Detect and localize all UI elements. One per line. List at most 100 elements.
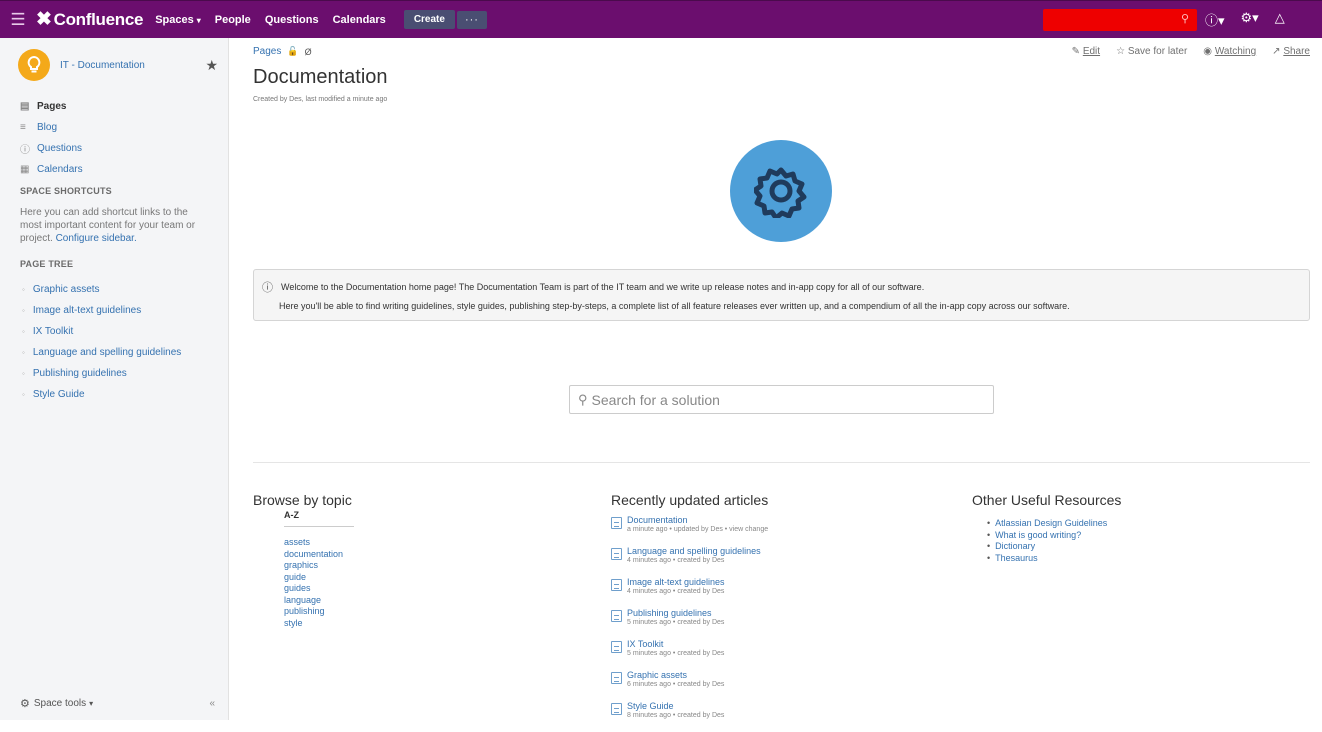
chevron-down-icon: ▾ <box>196 15 201 25</box>
list-item: Language and spelling guidelines 4 minute… <box>611 546 768 575</box>
blog-icon: ≡ <box>20 122 26 133</box>
search-icon: ⚲ <box>1180 13 1189 25</box>
article-link[interactable]: Image alt-text guidelines <box>627 577 725 587</box>
questions-icon: ⓘ <box>20 145 30 156</box>
nav-spaces[interactable]: Spaces ▾ <box>155 14 201 26</box>
recent-articles-list: Documentation a minute ago • updated by D… <box>611 515 768 732</box>
configure-sidebar-link[interactable]: Configure sidebar. <box>56 233 137 244</box>
help-icon[interactable]: ⓘ▾ <box>1205 10 1225 29</box>
resource-link[interactable]: • Dictionary <box>987 541 1107 553</box>
other-resources-heading: Other Useful Resources <box>972 492 1122 508</box>
list-item: Publishing guidelines 5 minutes ago • cre… <box>611 608 768 637</box>
topic-link[interactable]: graphics <box>284 560 343 572</box>
article-link[interactable]: Graphic assets <box>627 670 724 680</box>
search-input[interactable]: ⚲ <box>1043 9 1197 31</box>
notification-bell-icon[interactable]: △ <box>1275 10 1285 29</box>
calendar-icon: ▦ <box>20 164 30 175</box>
topic-link[interactable]: publishing <box>284 606 343 618</box>
tree-item[interactable]: ◦ Image alt-text guidelines <box>22 300 228 321</box>
sidebar-item-questions[interactable]: ⓘ Questions <box>20 138 210 159</box>
page-icon <box>611 610 622 622</box>
topic-link[interactable]: language <box>284 595 343 607</box>
lightbulb-icon[interactable] <box>18 49 50 81</box>
nav-questions[interactable]: Questions <box>265 14 319 26</box>
page-actions: ✎ Edit ☆ Save for later ◉ Watching ↗ Sha… <box>1072 46 1310 57</box>
topic-link[interactable]: guide <box>284 572 343 584</box>
page-metadata: Created by Des, last modified a minute a… <box>253 96 388 103</box>
info-icon: ⓘ <box>262 282 273 294</box>
confluence-x-icon: ✖ <box>36 9 52 30</box>
list-item: Documentation a minute ago • updated by D… <box>611 515 768 544</box>
collapse-sidebar-button[interactable]: « <box>209 698 215 709</box>
nav-people[interactable]: People <box>215 14 251 26</box>
info-panel: ⓘ Welcome to the Documentation home page!… <box>253 269 1310 321</box>
recently-updated-heading: Recently updated articles <box>611 492 769 508</box>
tree-item[interactable]: ◦ Language and spelling guidelines <box>22 342 228 363</box>
resource-link[interactable]: • Thesaurus <box>987 553 1107 565</box>
gear-icon: ⚙ <box>20 698 30 710</box>
article-link[interactable]: Language and spelling guidelines <box>627 546 761 556</box>
hamburger-icon[interactable]: ☰ <box>0 1 36 39</box>
page-icon <box>611 703 622 715</box>
list-item: Style Guide 8 minutes ago • created by De… <box>611 701 768 730</box>
divider <box>253 462 1310 463</box>
tree-item[interactable]: ◦ Style Guide <box>22 384 228 405</box>
sidebar-item-blog[interactable]: ≡ Blog <box>20 117 210 138</box>
list-item: IX Toolkit 5 minutes ago • created by Des <box>611 639 768 668</box>
confluence-logo[interactable]: ✖ Confluence <box>36 8 143 31</box>
topic-link[interactable]: documentation <box>284 549 343 561</box>
save-for-later-button[interactable]: ☆ Save for later <box>1116 46 1187 57</box>
topic-link[interactable]: style <box>284 618 343 630</box>
space-tools-button[interactable]: Space tools <box>34 698 86 709</box>
star-icon[interactable]: ★ <box>205 57 218 74</box>
article-link[interactable]: Publishing guidelines <box>627 608 724 618</box>
article-link[interactable]: IX Toolkit <box>627 639 724 649</box>
topic-link[interactable]: guides <box>284 583 343 595</box>
attachment-icon[interactable]: ⁢‌Ø <box>305 47 312 57</box>
lock-icon[interactable]: 🔓 <box>287 46 298 57</box>
page-tree-heading: PAGE TREE <box>20 259 74 269</box>
tree-item[interactable]: ◦ Publishing guidelines <box>22 363 228 384</box>
space-name[interactable]: IT - Documentation <box>60 60 205 71</box>
sidebar: IT - Documentation ★ ▤ Pages ≡ Blog ⓘ Quest… <box>0 38 229 720</box>
watching-button[interactable]: ◉ Watching <box>1203 46 1256 57</box>
page-icon <box>611 672 622 684</box>
list-item: Image alt-text guidelines 4 minutes ago •… <box>611 577 768 606</box>
article-link[interactable]: Documentation <box>627 515 768 525</box>
page-icon <box>611 641 622 653</box>
shortcuts-text: Here you can add shortcut links to the m… <box>20 207 196 244</box>
browse-by-topic-heading: Browse by topic <box>253 492 352 508</box>
search-icon: ⚲ <box>578 391 588 407</box>
gear-icon <box>730 140 832 242</box>
page-icon <box>611 517 622 529</box>
resources-list: • Atlassian Design Guidelines • What is go… <box>987 518 1107 564</box>
main-content: Pages 🔓 ⁢‌Ø ✎ Edit ☆ Save for later ◉ Wa… <box>229 38 1322 720</box>
topic-link[interactable]: assets <box>284 537 343 549</box>
top-navigation-bar: ☰ ✖ Confluence Spaces ▾ People Questions … <box>0 0 1322 38</box>
solution-search-input[interactable]: ⚲ Search for a solution <box>569 385 994 414</box>
page-icon <box>611 579 622 591</box>
article-link[interactable]: Style Guide <box>627 701 724 711</box>
list-item: Graphic assets 6 minutes ago • created by… <box>611 670 768 699</box>
page-tree: ◦ Graphic assets ◦ Image alt-text guidelin… <box>0 279 228 405</box>
chevron-down-icon: ▾ <box>89 699 94 708</box>
create-button[interactable]: Create <box>403 10 455 29</box>
breadcrumb-pages[interactable]: Pages <box>253 46 281 57</box>
tree-item[interactable]: ◦ IX Toolkit <box>22 321 228 342</box>
resource-link[interactable]: • What is good writing? <box>987 530 1107 542</box>
tree-item[interactable]: ◦ Graphic assets <box>22 279 228 300</box>
sidebar-item-pages[interactable]: ▤ Pages <box>20 96 210 117</box>
share-button[interactable]: ↗ Share <box>1272 46 1310 57</box>
sidebar-item-calendars[interactable]: ▦ Calendars <box>20 159 210 180</box>
page-icon <box>611 548 622 560</box>
resource-link[interactable]: • Atlassian Design Guidelines <box>987 518 1107 530</box>
edit-button[interactable]: ✎ Edit <box>1072 46 1100 57</box>
breadcrumb: Pages 🔓 ⁢‌Ø <box>253 46 312 57</box>
pages-icon: ▤ <box>20 101 30 112</box>
az-heading: A-Z <box>284 510 299 520</box>
gear-icon[interactable]: ⚙▾ <box>1241 10 1259 29</box>
topic-list: assets documentation graphics guide guid… <box>284 537 343 629</box>
page-title: Documentation <box>253 66 388 88</box>
nav-calendars[interactable]: Calendars <box>333 14 386 26</box>
more-button[interactable]: ··· <box>456 10 487 29</box>
